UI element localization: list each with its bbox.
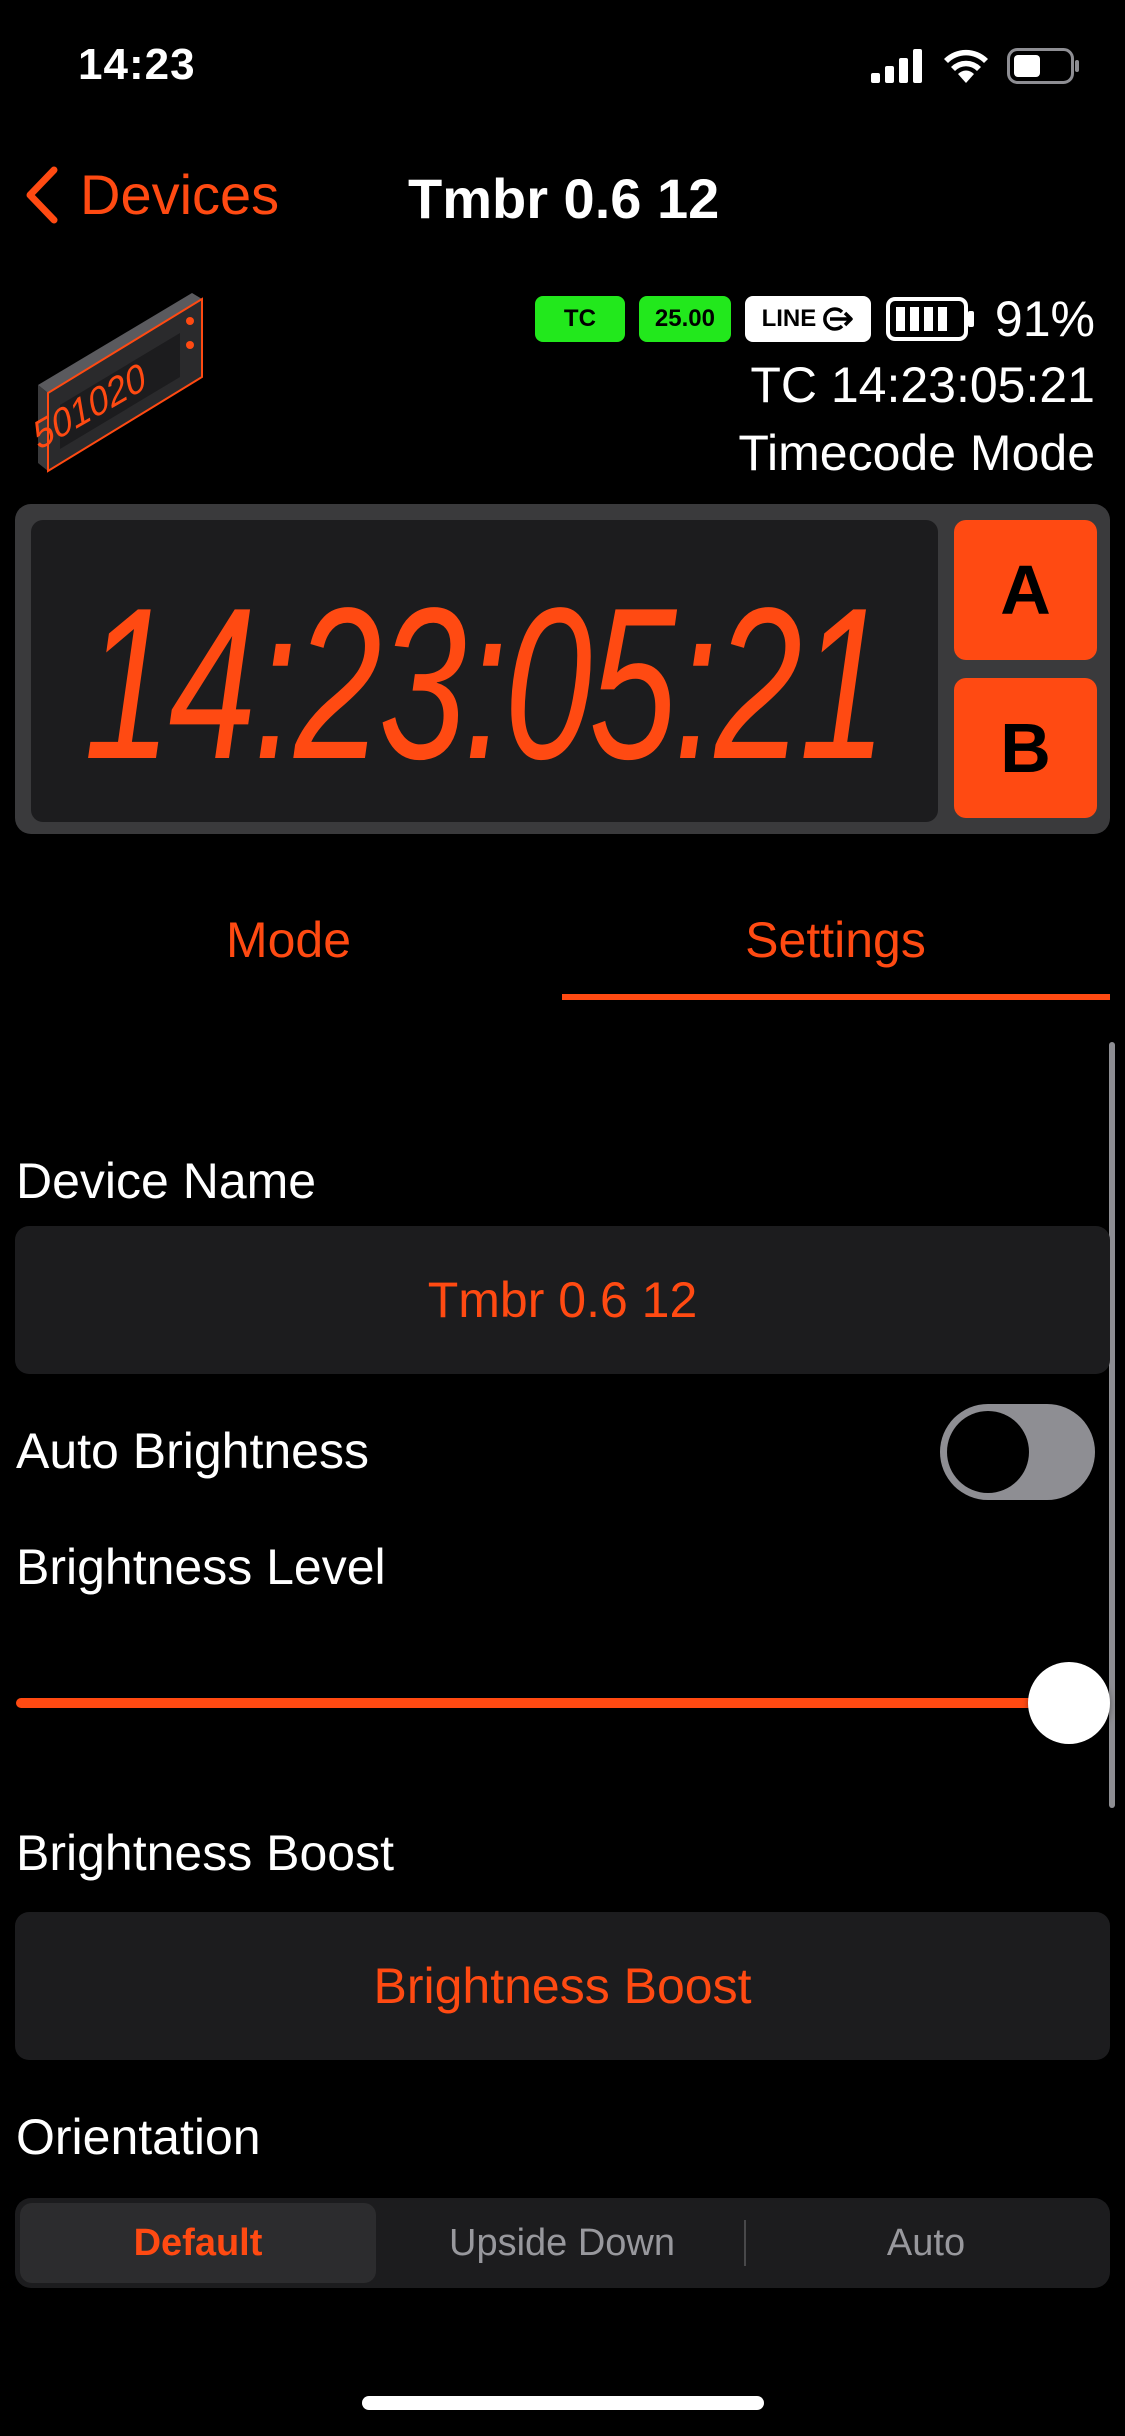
wifi-icon — [944, 49, 988, 83]
device-battery-icon — [885, 297, 974, 341]
tab-settings[interactable]: Settings — [562, 880, 1109, 1000]
button-a[interactable]: A — [954, 520, 1097, 660]
timecode-display-digits: 14:23:05:21 — [84, 562, 884, 804]
line-output-icon — [823, 307, 853, 331]
device-name-field[interactable]: Tmbr 0.6 12 — [15, 1226, 1110, 1374]
brightness-slider-track[interactable] — [16, 1698, 1076, 1708]
line-badge: LINE — [744, 296, 871, 342]
battery-icon — [1007, 48, 1079, 84]
mode-readout: Timecode Mode — [738, 425, 1095, 481]
chevron-left-icon — [26, 166, 58, 223]
scroll-indicator[interactable] — [1109, 1042, 1115, 1808]
cellular-signal-icon — [871, 49, 922, 83]
segment-divider — [744, 2220, 746, 2266]
tab-bar: Mode Settings — [15, 880, 1110, 1005]
orientation-segmented-control: Default Upside Down Auto — [15, 2198, 1110, 2288]
auto-brightness-label: Auto Brightness — [16, 1423, 369, 1479]
tc-badge: TC — [534, 296, 625, 342]
timecode-display-panel: 14:23:05:21 A B — [15, 504, 1110, 834]
status-bar: 14:23 — [0, 0, 1125, 140]
orientation-option-default[interactable]: Default — [20, 2203, 376, 2283]
page-title: Tmbr 0.6 12 — [408, 167, 720, 230]
back-button-label: Devices — [80, 163, 280, 226]
toggle-knob — [947, 1411, 1029, 1493]
orientation-option-upside-down[interactable]: Upside Down — [384, 2203, 740, 2283]
brightness-level-label: Brightness Level — [16, 1539, 386, 1595]
orientation-label: Orientation — [16, 2109, 261, 2165]
device-name-label: Device Name — [16, 1153, 317, 1209]
fps-badge: 25.00 — [638, 296, 731, 342]
orientation-option-auto[interactable]: Auto — [748, 2203, 1104, 2283]
back-button[interactable]: Devices — [22, 162, 279, 227]
brightness-boost-label: Brightness Boost — [16, 1825, 394, 1881]
line-badge-label: LINE — [761, 305, 817, 332]
battery-percent: 91% — [994, 291, 1095, 347]
timecode-readout: TC 14:23:05:21 — [750, 357, 1095, 413]
navigation-bar: Devices Tmbr 0.6 12 — [0, 150, 1125, 245]
tab-selected-indicator — [562, 994, 1110, 1000]
tab-mode[interactable]: Mode — [15, 880, 562, 1000]
home-indicator[interactable] — [362, 2396, 764, 2410]
brightness-slider-thumb[interactable] — [1028, 1662, 1110, 1744]
status-time: 14:23 — [78, 40, 196, 89]
brightness-boost-button[interactable]: Brightness Boost — [15, 1912, 1110, 2060]
auto-brightness-toggle[interactable] — [940, 1404, 1095, 1500]
status-icons — [871, 48, 1081, 84]
status-badges: TC 25.00 LINE 91% — [534, 290, 1095, 348]
timecode-display: 14:23:05:21 — [31, 520, 938, 822]
button-b[interactable]: B — [954, 678, 1097, 818]
device-thumbnail: 501020 — [27, 285, 210, 475]
